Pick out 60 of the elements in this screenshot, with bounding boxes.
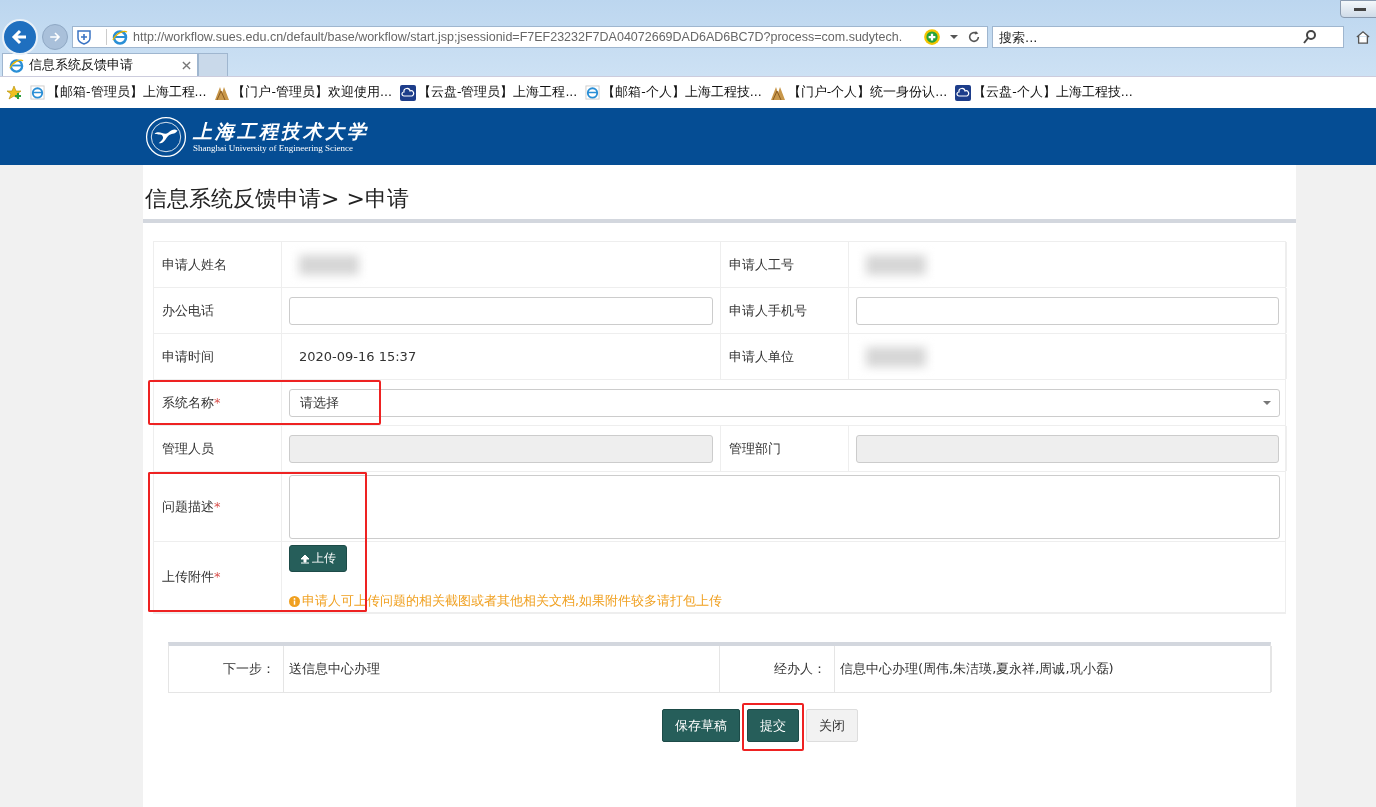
field-label: 问题描述* (162, 497, 221, 516)
field-label: 管理人员 (162, 439, 214, 458)
blurred-value (299, 254, 359, 275)
new-tab-button[interactable] (198, 53, 228, 76)
field-label: 申请人姓名 (162, 255, 227, 274)
text-area[interactable] (289, 474, 1280, 539)
browser-logo-icon (112, 29, 128, 45)
upload-icon (300, 553, 310, 564)
star-icon[interactable] (6, 84, 22, 101)
forward-button[interactable] (42, 24, 68, 50)
page-title: 信息系统反馈申请> >申请 (143, 165, 1296, 223)
cloud-icon (399, 84, 416, 101)
blurred-value (866, 254, 926, 275)
favorite-link[interactable]: 【门户-个人】统一身份认... (769, 84, 948, 101)
favorite-link[interactable]: 【云盘-管理员】上海工程... (399, 84, 578, 101)
input-field[interactable] (856, 296, 1279, 325)
favorite-link[interactable]: 【门户-管理员】欢迎使用... (214, 84, 392, 101)
input-field[interactable] (289, 296, 713, 325)
search-icon (1302, 29, 1318, 45)
back-button[interactable] (2, 19, 38, 55)
footer-value: 信息中心办理(周伟,朱洁瑛,夏永祥,周诚,巩小磊) (840, 660, 1114, 678)
field-label: 管理部门 (729, 439, 781, 458)
caret-icon (1263, 398, 1271, 407)
field-label: 申请人手机号 (729, 301, 807, 320)
minimize-button[interactable] (1340, 0, 1376, 18)
search-field[interactable]: 搜索... (992, 26, 1344, 48)
field-label: 申请人工号 (729, 255, 794, 274)
field-value: 2020-09-16 15:37 (298, 349, 417, 364)
university-logo: 上海工程技术大学 Shanghai University of Engineering Science (145, 115, 369, 158)
field-label: 系统名称* (162, 393, 221, 412)
footer-label: 下一步： (223, 660, 275, 678)
refresh-icon (967, 30, 981, 44)
favorite-link[interactable]: 【邮箱-管理员】上海工程... (30, 84, 207, 101)
info-icon (289, 596, 300, 607)
field-label: 申请时间 (162, 347, 214, 366)
favorite-link[interactable]: 【云盘-个人】上海工程技... (955, 84, 1133, 101)
footer-value: 送信息中心办理 (289, 660, 380, 678)
blurred-value (866, 346, 926, 367)
select-field[interactable]: 请选择 (289, 388, 1280, 417)
footer-label: 经办人： (774, 660, 826, 678)
field-label: 上传附件* (162, 568, 221, 586)
browser-logo-icon (9, 57, 24, 73)
action-button[interactable]: 关闭 (805, 709, 858, 742)
add-icon (923, 28, 941, 46)
action-button[interactable]: 提交 (746, 709, 799, 742)
caret-icon (950, 33, 958, 41)
field-label: 办公电话 (162, 301, 214, 320)
address-bar[interactable]: http://workflow.sues.edu.cn/default/base/workflow/start.jsp;jsessionid=F7EF23232F7DA04072669DAD6AD6BC7D?process=com.sudytech. (72, 26, 988, 48)
cloud-icon (955, 84, 972, 101)
browser-logo-icon (585, 85, 601, 100)
upload-button[interactable]: 上传 (289, 545, 347, 572)
favorite-link[interactable]: 【邮箱-个人】上海工程技... (585, 84, 762, 101)
action-button[interactable]: 保存草稿 (661, 709, 740, 742)
home-icon[interactable] (1356, 29, 1370, 45)
address-text: http://workflow.sues.edu.cn/default/base/workflow/start.jsp;jsessionid=F7EF23232F7DA04072669DAD6AD6BC7D?process=com.sudytech. (133, 30, 904, 44)
close-icon[interactable] (182, 60, 191, 70)
shield-plus-icon (76, 29, 107, 45)
field-label: 申请人单位 (729, 347, 794, 366)
browser-tab[interactable]: 信息系统反馈申请 (2, 53, 198, 76)
browser-logo-icon (30, 85, 45, 100)
